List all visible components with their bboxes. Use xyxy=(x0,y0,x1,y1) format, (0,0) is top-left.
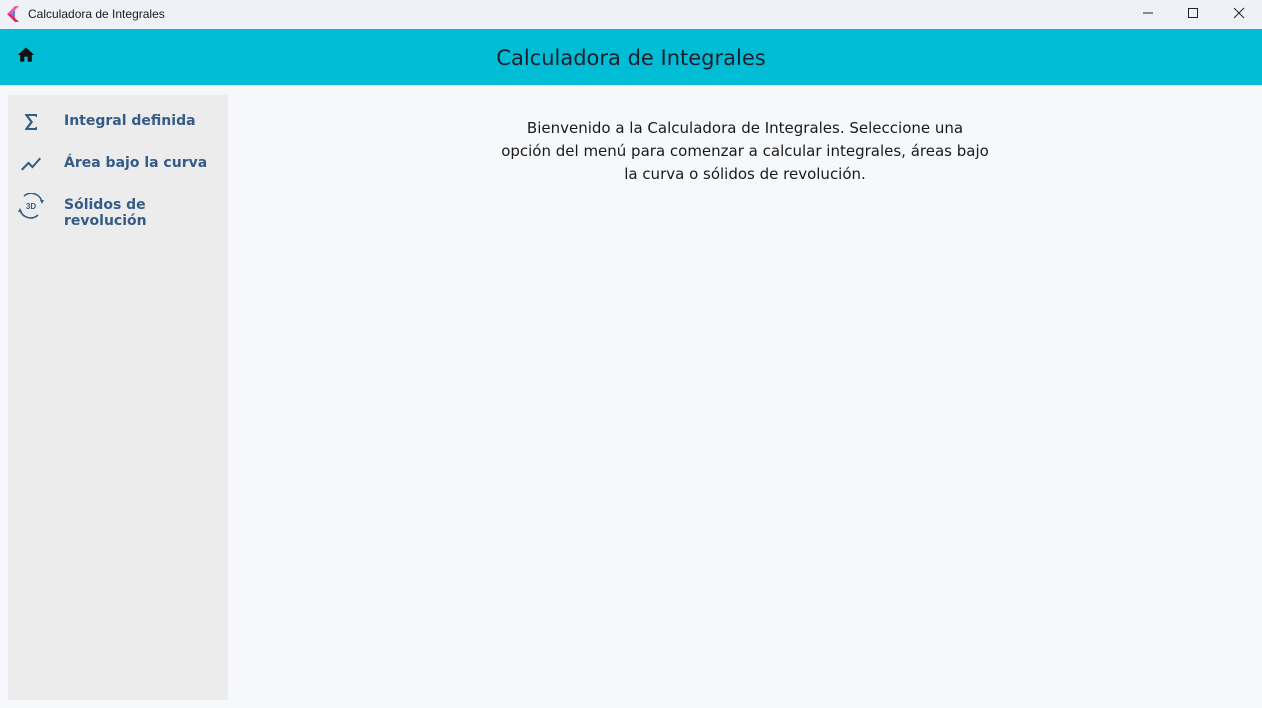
flutter-logo-icon xyxy=(6,6,20,22)
sidebar-item-label: Área bajo la curva xyxy=(64,155,208,171)
sidebar-item-solidos-revolucion[interactable]: 3D Sólidos de revolución xyxy=(8,184,228,229)
sidebar-item-label: Sólidos de revolución xyxy=(64,197,147,229)
maximize-icon xyxy=(1187,6,1199,24)
svg-text:3D: 3D xyxy=(26,202,36,211)
sidebar-item-area-bajo-curva[interactable]: Área bajo la curva xyxy=(8,142,228,184)
close-icon xyxy=(1233,6,1245,24)
3d-rotation-icon: 3D xyxy=(18,193,44,219)
sidebar: Integral definida Área bajo la curva 3D xyxy=(8,95,228,700)
trending-line-icon xyxy=(18,152,44,176)
maximize-button[interactable] xyxy=(1170,0,1216,29)
app-bar: Calculadora de Integrales xyxy=(0,29,1262,85)
app-window: Calculadora de Integrales Calculadora de… xyxy=(0,0,1262,708)
window-titlebar: Calculadora de Integrales xyxy=(0,0,1262,29)
minimize-button[interactable] xyxy=(1125,0,1171,29)
minimize-icon xyxy=(1142,6,1154,24)
sidebar-item-label: Integral definida xyxy=(64,113,196,129)
window-title: Calculadora de Integrales xyxy=(28,7,165,21)
welcome-message: Bienvenido a la Calculadora de Integrale… xyxy=(501,119,989,183)
page-title: Calculadora de Integrales xyxy=(496,46,766,70)
sidebar-item-integral-definida[interactable]: Integral definida xyxy=(8,100,228,142)
sigma-icon xyxy=(18,110,44,134)
close-button[interactable] xyxy=(1216,0,1262,29)
